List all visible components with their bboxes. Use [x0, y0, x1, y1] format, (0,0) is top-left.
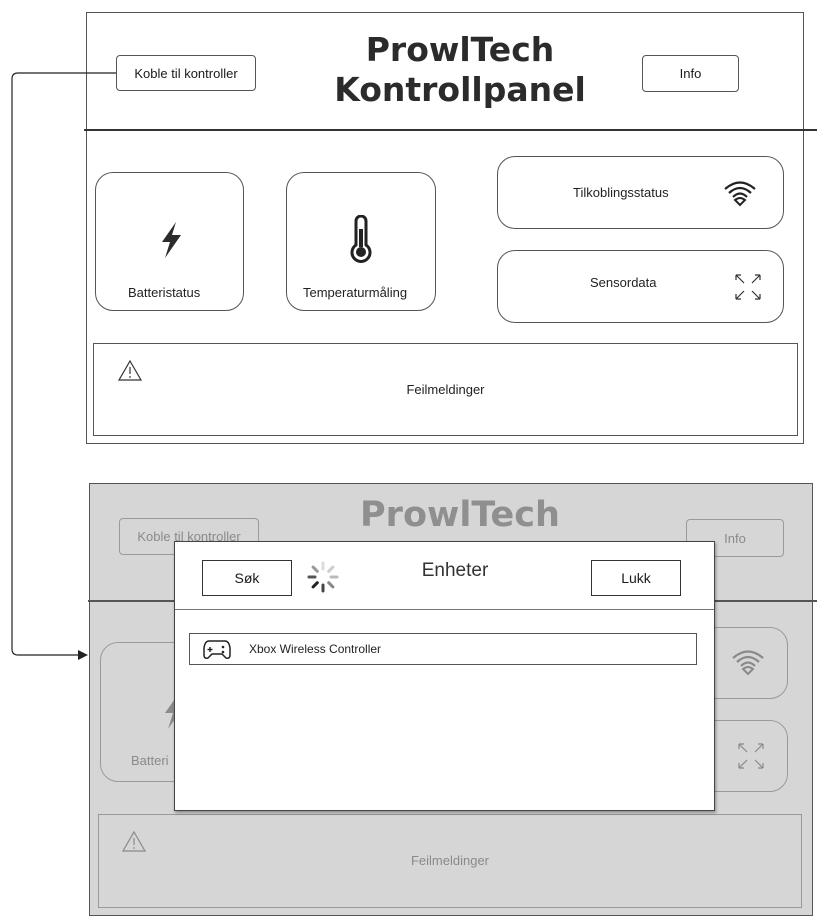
temperature-tile[interactable]: Temperaturmåling — [286, 172, 436, 311]
connect-controller-button[interactable]: Koble til kontroller — [116, 55, 256, 91]
connection-status-tile[interactable]: Tilkoblingsstatus — [497, 156, 784, 229]
dimmed-expand-icon — [738, 743, 764, 769]
battery-status-tile[interactable]: Batteristatus — [95, 172, 244, 311]
page-title: ProwlTech Kontrollpanel — [300, 30, 620, 109]
title-line-1: ProwlTech — [365, 30, 555, 69]
info-button[interactable]: Info — [642, 55, 739, 92]
error-messages-panel: Feilmeldinger — [93, 343, 798, 436]
dimmed-warning-icon — [121, 830, 147, 852]
dimmed-battery-label: Batteri — [131, 753, 169, 768]
devices-modal: Søk Enheter Lukk Xbox Wireless Controlle… — [174, 541, 715, 811]
battery-status-label: Batteristatus — [128, 285, 201, 300]
expand-icon — [735, 274, 761, 300]
sensor-data-label: Sensordata — [590, 275, 657, 290]
dimmed-error-label: Feilmeldinger — [410, 853, 490, 868]
sensor-data-tile[interactable]: Sensordata — [497, 250, 784, 323]
device-name: Xbox Wireless Controller — [249, 642, 382, 656]
temperature-label: Temperaturmåling — [303, 285, 408, 300]
dimmed-title: ProwlTech — [360, 495, 560, 535]
thermometer-icon — [350, 215, 372, 263]
warning-icon — [117, 359, 143, 381]
gamepad-icon — [203, 640, 231, 659]
error-messages-label: Feilmeldinger — [406, 382, 485, 397]
dimmed-error-panel: Feilmeldinger — [98, 814, 802, 908]
lightning-icon — [162, 222, 181, 258]
search-button[interactable]: Søk — [202, 560, 292, 596]
connection-status-label: Tilkoblingsstatus — [573, 185, 669, 200]
dimmed-wifi-icon — [732, 650, 764, 676]
wifi-icon — [724, 181, 756, 207]
spinner-icon — [307, 561, 339, 593]
modal-title: Enheter — [421, 560, 489, 581]
modal-divider — [175, 609, 714, 610]
title-line-2: Kontrollpanel — [334, 69, 586, 109]
device-list-item[interactable]: Xbox Wireless Controller — [189, 633, 697, 665]
close-button[interactable]: Lukk — [591, 560, 681, 596]
header-divider — [84, 129, 817, 131]
